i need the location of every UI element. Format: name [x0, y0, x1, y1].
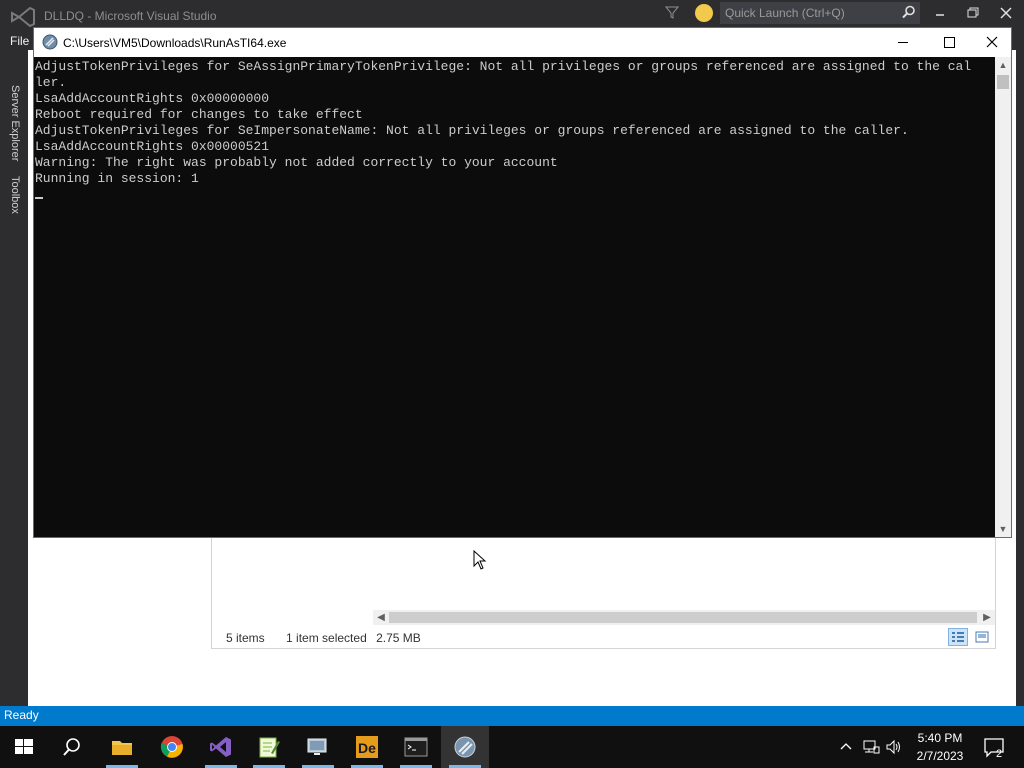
console-window[interactable]: C:\Users\VM5\Downloads\RunAsTI64.exe Adj… — [33, 27, 1012, 538]
search-icon — [63, 738, 80, 756]
console-line: AdjustTokenPrivileges for SeAssignPrimar… — [35, 59, 972, 74]
text-cursor — [35, 197, 43, 199]
console-line: Warning: The right was probably not adde… — [35, 155, 558, 170]
console-line: ler. — [35, 75, 67, 90]
vertical-scroll-thumb[interactable] — [997, 75, 1009, 89]
command-prompt-icon — [404, 737, 428, 757]
chrome-icon — [160, 736, 183, 758]
svg-text:De: De — [358, 740, 376, 756]
remote-desktop-icon — [307, 738, 327, 755]
scroll-right-icon[interactable]: ▶ — [979, 610, 995, 625]
menu-file[interactable]: File — [10, 34, 29, 48]
mouse-pointer-icon — [473, 550, 487, 570]
visual-studio-icon — [210, 737, 231, 757]
console-line: LsaAddAccountRights 0x00000000 — [35, 91, 270, 106]
taskbar-dependency-walker[interactable]: De — [343, 726, 391, 768]
taskbar-search-button[interactable] — [48, 726, 96, 768]
minimize-icon[interactable] — [880, 28, 926, 57]
vs-restore-icon[interactable] — [965, 6, 981, 20]
selected-size: 2.75 MB — [376, 631, 421, 645]
clock-date[interactable]: 2/7/2023 — [905, 749, 975, 763]
details-view-button[interactable] — [948, 628, 968, 646]
maximize-icon[interactable] — [926, 28, 972, 57]
close-icon[interactable] — [972, 28, 1012, 57]
console-line: Reboot required for changes to take effe… — [35, 107, 363, 122]
taskbar-runasti[interactable] — [441, 726, 489, 768]
vs-close-icon[interactable] — [998, 6, 1014, 20]
start-button[interactable] — [0, 726, 48, 768]
taskbar-remote-desktop[interactable] — [294, 726, 342, 768]
vs-status-bar — [0, 706, 1024, 726]
tab-toolbox[interactable]: Toolbox — [9, 176, 21, 214]
clock-time[interactable]: 5:40 PM — [905, 731, 975, 745]
taskbar-visual-studio[interactable] — [197, 726, 245, 768]
search-icon[interactable] — [902, 5, 916, 19]
selected-count: 1 item selected — [286, 631, 367, 645]
vs-minimize-icon[interactable] — [932, 6, 948, 20]
details-view-icon — [952, 632, 964, 642]
tab-server-explorer[interactable]: Server Explorer — [9, 85, 21, 161]
console-line: Running in session: 1 — [35, 171, 199, 186]
vs-window-title: DLLDQ - Microsoft Visual Studio — [44, 9, 217, 23]
console-line: AdjustTokenPrivileges for SeImpersonateN… — [35, 123, 909, 138]
dependency-walker-icon: De — [356, 736, 378, 758]
items-count: 5 items — [226, 631, 265, 645]
quick-launch-input[interactable]: Quick Launch (Ctrl+Q) — [720, 2, 920, 24]
scroll-down-icon[interactable]: ▼ — [995, 521, 1011, 537]
visual-studio-logo-icon — [11, 6, 35, 28]
volume-icon[interactable] — [885, 738, 903, 756]
notepad-plus-plus-icon — [259, 737, 280, 758]
console-title: C:\Users\VM5\Downloads\RunAsTI64.exe — [63, 36, 287, 50]
taskbar-chrome[interactable] — [148, 726, 196, 768]
notification-count: 2 — [996, 748, 1003, 760]
explorer-status-bar: 5 items 1 item selected 2.75 MB — [226, 631, 439, 645]
show-hidden-icons-icon[interactable] — [838, 736, 854, 756]
runasti-app-icon — [42, 34, 58, 50]
horizontal-scroll-thumb[interactable] — [389, 612, 977, 623]
vs-status-text: Ready — [4, 708, 39, 722]
taskbar-file-explorer[interactable] — [98, 726, 146, 768]
action-center-icon[interactable] — [982, 736, 1008, 760]
feedback-smiley-icon[interactable] — [695, 4, 713, 22]
windows-start-icon — [15, 739, 33, 754]
scroll-up-icon[interactable]: ▲ — [995, 57, 1011, 73]
console-line: LsaAddAccountRights 0x00000521 — [35, 139, 270, 154]
console-output[interactable]: AdjustTokenPrivileges for SeAssignPrimar… — [35, 59, 995, 536]
vertical-scrollbar[interactable]: ▲ ▼ — [995, 57, 1011, 537]
file-explorer-icon — [112, 741, 132, 755]
scroll-left-icon[interactable]: ◀ — [373, 610, 389, 625]
feedback-filter-icon[interactable] — [665, 5, 679, 19]
network-icon[interactable] — [862, 738, 880, 756]
runasti-icon — [454, 736, 476, 758]
taskbar-command-prompt[interactable] — [392, 726, 440, 768]
console-titlebar[interactable]: C:\Users\VM5\Downloads\RunAsTI64.exe — [34, 28, 1011, 57]
large-icons-view-icon[interactable] — [972, 628, 992, 646]
taskbar-notepad-plus-plus[interactable] — [245, 726, 293, 768]
